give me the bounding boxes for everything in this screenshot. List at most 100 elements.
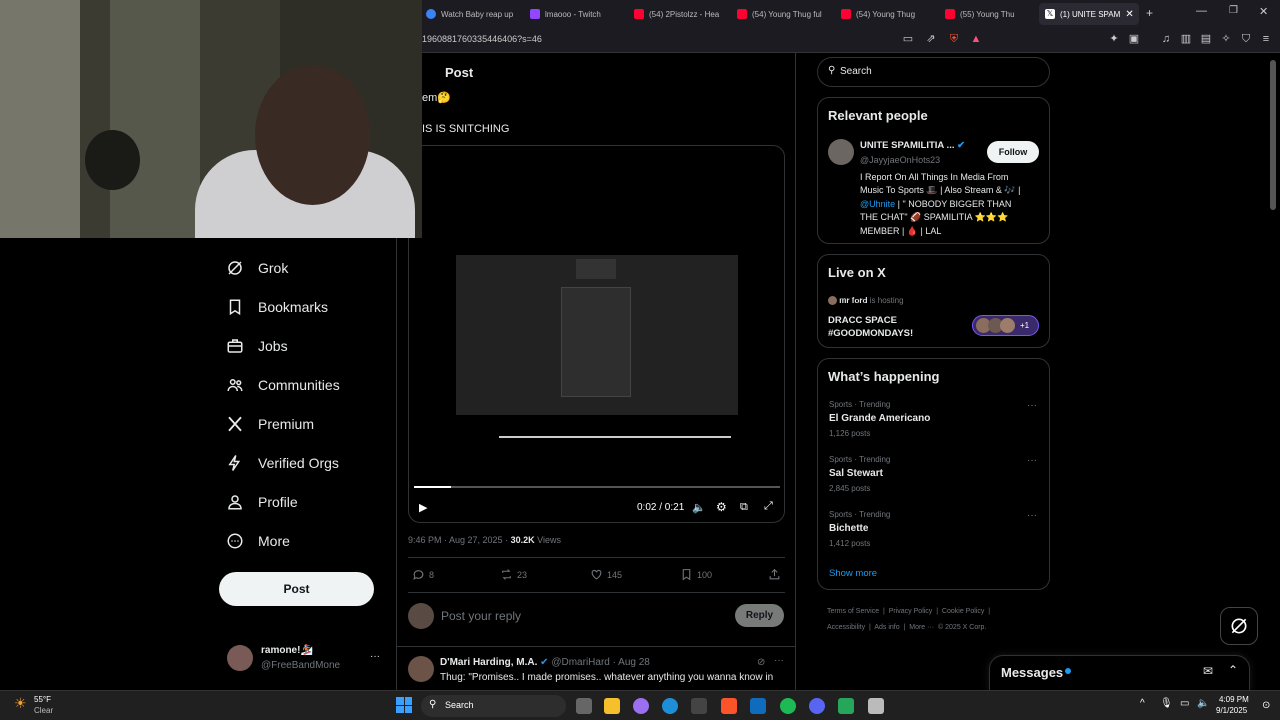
maximize-icon[interactable]: ❐ (1229, 5, 1238, 16)
account-more-icon[interactable]: ··· (370, 651, 380, 662)
reply-button[interactable]: Reply (735, 604, 784, 627)
nav-verified-orgs[interactable]: Verified Orgs (226, 454, 339, 472)
grok-icon[interactable]: ⊘ (757, 657, 765, 668)
browser-tab[interactable]: Watch Baby reap up (420, 3, 520, 25)
brave-rewards-icon[interactable]: ▲ (970, 33, 982, 45)
relevant-name[interactable]: UNITE SPAMILITIA ... ✔ (860, 140, 965, 151)
video-player[interactable]: ▶ 0:02 / 0:21 🔈 ⚙ ⧉ ⤢ (408, 145, 785, 523)
weather-temp[interactable]: 55°F (34, 695, 51, 704)
reply-action[interactable]: 8 (412, 568, 434, 581)
browser-tab[interactable]: (54) 2Pistolzz - Hea (628, 3, 728, 25)
live-on-x-panel[interactable]: Live on X 𝐦𝐫 𝐟𝐨𝐫𝐝 is hosting DRACC SPACE… (817, 254, 1050, 348)
messages-drawer[interactable]: Messages ✉ ⌃ (989, 655, 1250, 691)
footer-link[interactable]: More ··· (909, 624, 934, 631)
wallet2-icon[interactable]: ▤ (1200, 33, 1212, 45)
more-icon[interactable]: ··· (1027, 510, 1037, 521)
footer-link[interactable]: Cookie Policy (942, 608, 984, 615)
fullscreen-icon[interactable]: ⤢ (764, 500, 773, 513)
microphone-icon[interactable]: 🎙 (1160, 698, 1173, 709)
screenshot-icon[interactable]: ▭ (902, 33, 914, 45)
sidebar-icon[interactable]: ▥ (1180, 33, 1192, 45)
bookmark-action[interactable]: 100 (680, 568, 712, 581)
footer-link[interactable]: Ads info (874, 624, 899, 631)
edge-icon[interactable] (662, 698, 678, 714)
close-tab-icon[interactable]: ✕ (1125, 9, 1133, 20)
close-window-icon[interactable]: ✕ (1259, 5, 1268, 18)
clock-date[interactable]: 9/1/2025 (1216, 706, 1247, 715)
video-progress-track[interactable] (414, 486, 780, 488)
expand-icon[interactable]: ⌃ (1228, 663, 1238, 677)
copilot-icon[interactable] (633, 698, 649, 714)
windows-start-icon[interactable] (396, 697, 412, 713)
notification-icon[interactable]: ⊙ (1262, 700, 1270, 711)
menu-icon[interactable]: ≡ (1260, 33, 1272, 45)
reply-input[interactable]: Post your reply (441, 609, 521, 623)
nav-more[interactable]: More (226, 532, 290, 550)
share-icon[interactable]: ⇗ (925, 33, 937, 45)
outlook-icon[interactable] (750, 698, 766, 714)
spotify-icon[interactable] (780, 698, 796, 714)
footer-link[interactable]: Privacy Policy (889, 608, 933, 615)
avatar[interactable] (828, 139, 854, 165)
footer-link[interactable]: Accessibility (827, 624, 865, 631)
play-icon[interactable]: ▶ (419, 501, 427, 514)
scrollbar[interactable] (1270, 60, 1276, 210)
more-icon[interactable]: ··· (1027, 455, 1037, 466)
display-icon[interactable]: ▭ (1180, 698, 1189, 709)
file-explorer-icon[interactable] (604, 698, 620, 714)
live-speakers[interactable]: +1 (972, 315, 1039, 336)
volume-icon[interactable]: 🔈 (1197, 698, 1209, 709)
more-icon[interactable]: ··· (774, 655, 784, 666)
new-tab-icon[interactable]: + (1146, 6, 1153, 20)
brave-shield-icon[interactable]: ⛨ (948, 33, 960, 45)
live-space-title[interactable]: DRACC SPACE #GOODMONDAYS! (828, 314, 913, 340)
vpn-icon[interactable]: ⛉ (1240, 33, 1252, 45)
volume-icon[interactable]: 🔈 (692, 501, 706, 514)
reply-author[interactable]: D'Mari Harding, M.A. (440, 657, 537, 668)
ai-icon[interactable]: ✧ (1220, 33, 1232, 45)
new-message-icon[interactable]: ✉ (1203, 664, 1213, 678)
more-icon[interactable]: ··· (1027, 400, 1037, 411)
nav-premium[interactable]: Premium (226, 415, 314, 433)
music-icon[interactable]: ♫ (1160, 33, 1172, 45)
search-input[interactable]: Search (840, 66, 872, 77)
nav-jobs[interactable]: Jobs (226, 337, 288, 355)
avatar[interactable] (227, 645, 253, 671)
footer-link[interactable]: Terms of Service (827, 608, 879, 615)
grok-floating-button[interactable] (1220, 607, 1258, 645)
browser-tab-active[interactable]: 𝕏 (1) UNITE SPAM ✕ (1039, 3, 1139, 25)
brave-icon[interactable] (721, 698, 737, 714)
repost-action[interactable]: 23 (500, 568, 527, 581)
browser-tab[interactable]: lmaooo - Twitch (524, 3, 624, 25)
nav-profile[interactable]: Profile (226, 493, 298, 511)
account-name[interactable]: ramone!🏂 (261, 645, 313, 656)
url-text[interactable]: 1960881760335446406?s=46 (422, 34, 542, 44)
settings-icon[interactable]: ⚙ (716, 500, 727, 514)
task-view-icon[interactable] (576, 698, 592, 714)
show-more-link[interactable]: Show more (829, 568, 877, 579)
minimize-icon[interactable]: — (1196, 5, 1207, 17)
app-icon[interactable] (868, 698, 884, 714)
share-action[interactable] (768, 568, 781, 581)
search-bar[interactable]: ⚲ Search (817, 57, 1050, 87)
clock-time[interactable]: 4:09 PM (1219, 695, 1249, 704)
nav-grok[interactable]: Grok (226, 259, 288, 277)
store-icon[interactable] (691, 698, 707, 714)
bio-link[interactable]: @Uhnite (860, 199, 895, 209)
like-action[interactable]: 145 (590, 568, 622, 581)
browser-tab[interactable]: (54) Young Thug ful (731, 3, 831, 25)
tray-chevron-icon[interactable]: ^ (1140, 698, 1145, 709)
pip-icon[interactable]: ⧉ (740, 501, 748, 514)
post-button[interactable]: Post (219, 572, 374, 606)
nav-bookmarks[interactable]: Bookmarks (226, 298, 328, 316)
app-icon[interactable] (838, 698, 854, 714)
taskbar-search[interactable]: ⚲ Search (421, 695, 566, 717)
browser-tab[interactable]: (54) Young Thug (835, 3, 935, 25)
nav-communities[interactable]: Communities (226, 376, 340, 394)
extensions-icon[interactable]: ✦ (1108, 33, 1120, 45)
follow-button[interactable]: Follow (987, 141, 1039, 163)
post-timestamp[interactable]: 9:46 PM · Aug 27, 2025 · (408, 535, 511, 545)
browser-tab[interactable]: (55) Young Thu (939, 3, 1035, 25)
discord-icon[interactable] (809, 698, 825, 714)
wallet-icon[interactable]: ▣ (1128, 33, 1140, 45)
